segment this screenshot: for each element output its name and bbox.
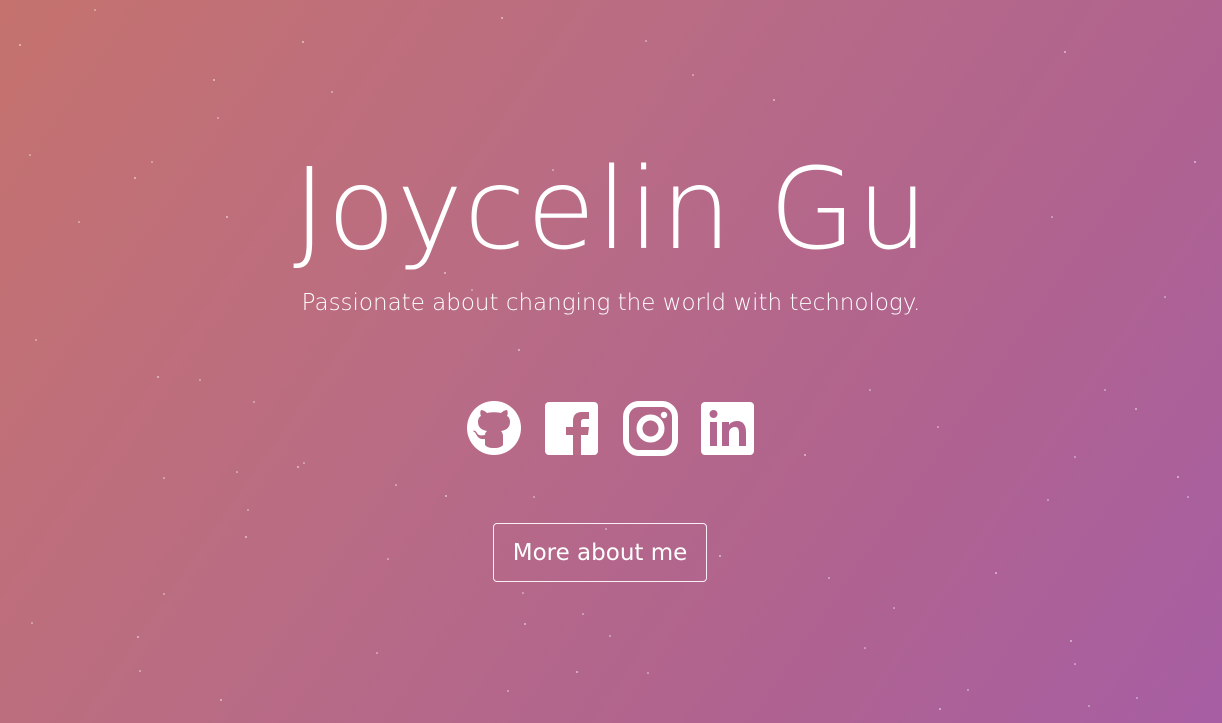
linkedin-link[interactable] <box>699 398 757 458</box>
hero-section: Joycelin Gu Passionate about changing th… <box>0 0 1222 723</box>
github-icon <box>467 401 521 455</box>
instagram-link[interactable] <box>621 398 679 458</box>
github-link[interactable] <box>465 398 523 458</box>
facebook-icon <box>545 402 598 455</box>
page-title: Joycelin Gu <box>293 145 929 275</box>
tagline: Passionate about changing the world with… <box>301 290 921 316</box>
linkedin-icon <box>701 402 754 455</box>
social-links <box>0 398 1222 458</box>
facebook-link[interactable] <box>543 398 601 458</box>
instagram-icon <box>623 401 678 456</box>
more-about-me-button[interactable]: More about me <box>493 523 707 582</box>
